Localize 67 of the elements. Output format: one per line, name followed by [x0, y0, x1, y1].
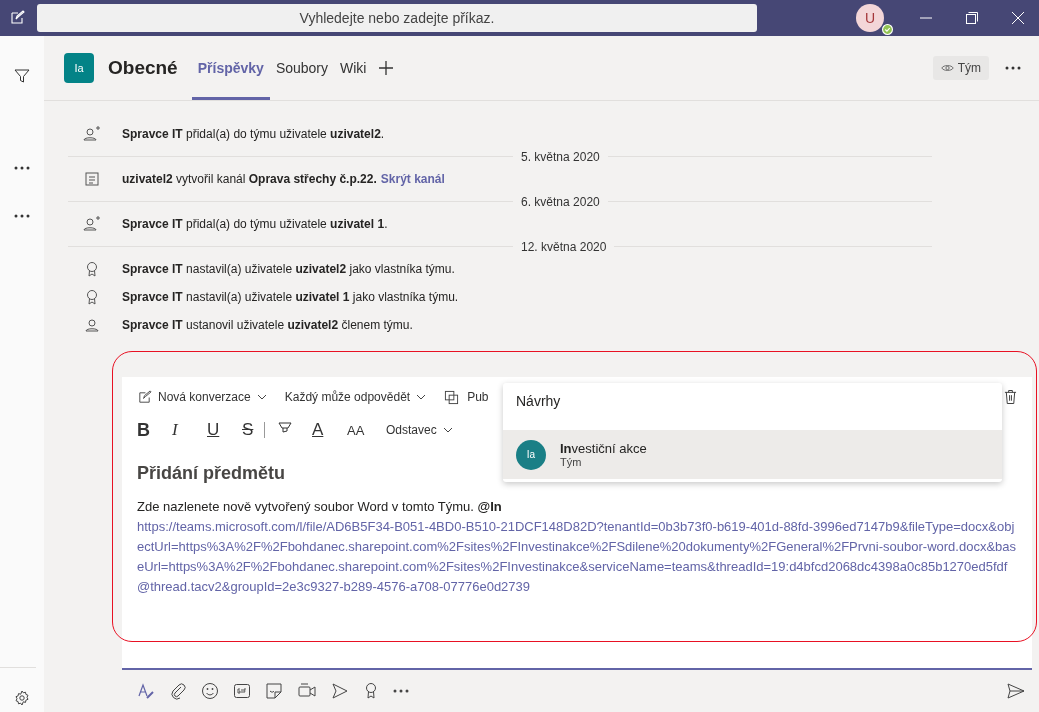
- popup-title: Návrhy: [515, 392, 562, 411]
- underline-button[interactable]: U: [207, 418, 242, 442]
- option-dropdown[interactable]: Nová konverzace: [137, 389, 267, 405]
- team-avatar: Ia: [516, 439, 546, 470]
- more-icon[interactable]: [1005, 66, 1021, 70]
- list-icon: [82, 171, 102, 187]
- option-dropdown[interactable]: Pub: [444, 389, 489, 405]
- date-divider: 6. května 2020: [520, 194, 601, 209]
- message-text[interactable]: Zde nazlenete nově vytvořený soubor Word v tomto Týmu. @In: [137, 497, 1017, 517]
- highlighter-icon: [277, 419, 293, 436]
- paragraph-dropdown[interactable]: Odstavec: [386, 423, 453, 437]
- close-icon[interactable]: [1011, 11, 1025, 25]
- sticker-icon[interactable]: [265, 682, 283, 700]
- attach-icon[interactable]: [169, 682, 187, 700]
- tab[interactable]: Wiki: [334, 36, 373, 100]
- delete-icon[interactable]: [1004, 389, 1017, 405]
- strike-button[interactable]: S: [242, 418, 264, 442]
- channel-name: Obecné: [108, 57, 178, 79]
- copy-icon: [444, 389, 460, 405]
- chevron-down-icon: [256, 394, 267, 400]
- suggestion-item[interactable]: Ia Investiční akce Tým: [503, 430, 1002, 479]
- tab[interactable]: Soubory: [269, 36, 335, 100]
- activity-message: Spravce IT přidal(a) do týmu uživatele uzivatel 1.: [122, 217, 388, 231]
- available-status-icon: [882, 24, 893, 35]
- person-icon: [82, 317, 102, 333]
- more-icon[interactable]: [393, 689, 409, 693]
- color-button[interactable]: A: [312, 418, 347, 442]
- gif-icon[interactable]: [233, 682, 251, 700]
- user-avatar[interactable]: U: [856, 4, 884, 32]
- more-icon[interactable]: [14, 166, 30, 170]
- filter-icon[interactable]: [14, 68, 30, 84]
- search-field[interactable]: Vyhledejte nebo zadejte příkaz.: [37, 4, 757, 32]
- suggestion-name: Investiční akce: [560, 441, 647, 456]
- person-add-icon: [82, 126, 102, 142]
- pencil-icon: [137, 389, 152, 405]
- add-icon[interactable]: [378, 60, 395, 76]
- hide-channel-link[interactable]: Skrýt kanál: [380, 172, 445, 186]
- eye-icon: [940, 63, 954, 73]
- activity-message: Spravce IT ustanovil uživatele uzivatel2 členem týmu.: [122, 318, 413, 332]
- restore-icon[interactable]: [965, 11, 979, 25]
- italic-button[interactable]: I: [172, 418, 207, 442]
- bold-button[interactable]: B: [137, 418, 172, 442]
- date-divider: 12. května 2020: [520, 239, 608, 254]
- send-icon[interactable]: [1007, 683, 1025, 699]
- activity-message: Spravce IT nastavil(a) uživatele uzivatel2 jako vlastníka týmu.: [122, 262, 455, 276]
- activity-message: Spravce IT nastavil(a) uživatele uzivatel 1 jako vlastníka týmu.: [122, 290, 459, 304]
- chevron-down-icon: [416, 394, 427, 400]
- file-link[interactable]: https://teams.microsoft.com/l/file/AD6B5F34-B051-4BD0-B510-21DCF148D82D?tenantId=0b3b73f0-b619-401d-88fd-3996ed7147b9&fileType=docx&objectUrl=https%3A%2F%2Fbohdanec.sharepoint.com%2Fsites%2FInvestinakce%2FSdilene%20dokumenty%2FGeneral%2FPrvni-soubor-word.docx&baseUrl=https%3A%2F%2Fbohdanec.sharepoint.com%2Fsites%2FInvestinakce&serviceName=teams&threadId=19:d4bfcd2068dc4398a0c85b1270ed5fdf@thread.tacv2&groupId=2e3c9327-b289-4576-a708-07776e0d2739: [137, 517, 1017, 597]
- format-icon[interactable]: [137, 682, 155, 700]
- channel-avatar: Ia: [64, 53, 94, 83]
- compose-icon[interactable]: [9, 10, 25, 26]
- ribbon-icon[interactable]: [363, 682, 379, 700]
- team-button[interactable]: Tým: [932, 56, 989, 80]
- person-add-icon: [82, 216, 102, 232]
- activity-message: Spravce IT přidal(a) do týmu uživatele uzivatel2.: [122, 127, 385, 141]
- activity-message: uzivatel2 vytvořil kanál Oprava střechy č.p.22.: [122, 172, 377, 186]
- emoji-icon[interactable]: [201, 682, 219, 700]
- option-dropdown[interactable]: Každý může odpovědět: [284, 390, 427, 404]
- date-divider: 5. května 2020: [520, 149, 601, 164]
- stream-icon[interactable]: [331, 682, 349, 700]
- tab[interactable]: Příspěvky: [191, 36, 270, 100]
- size-button[interactable]: AA: [347, 418, 382, 442]
- suggestion-subtitle: Tým: [560, 456, 583, 468]
- video-icon[interactable]: [297, 682, 317, 700]
- chevron-down-icon: [442, 427, 453, 433]
- more-icon[interactable]: [14, 214, 30, 218]
- settings-icon[interactable]: [14, 690, 30, 706]
